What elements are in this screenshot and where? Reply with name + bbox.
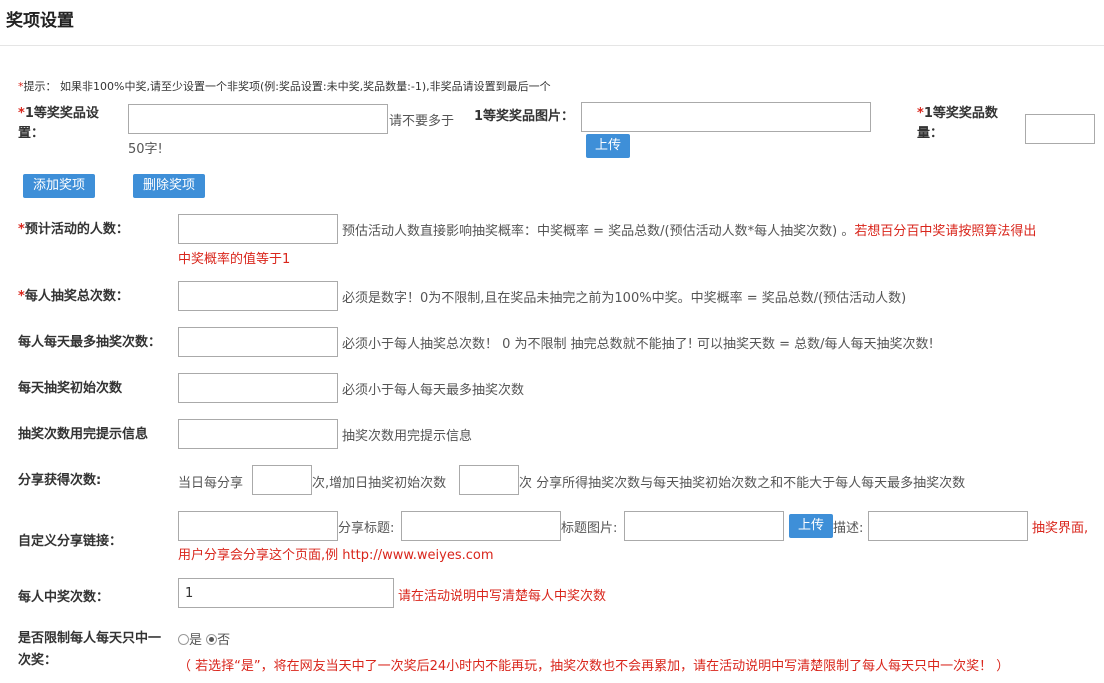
daily-initial-hint: 必须小于每人每天最多抽奖次数	[342, 383, 525, 398]
share-draws-text-3: 次 分享所得抽奖次数与每天抽奖初始次数之和不能大于每人每天最多抽奖次数	[519, 476, 966, 491]
share-bonus-input[interactable]	[459, 465, 519, 495]
prize-name-hint-2: 50字!	[128, 142, 163, 157]
wins-per-user-input[interactable]	[178, 578, 394, 608]
prize-image-input[interactable]	[581, 102, 871, 132]
total-draws-input[interactable]	[178, 281, 338, 311]
header-divider	[0, 45, 1104, 46]
upload-button[interactable]: 上传	[586, 134, 630, 158]
share-link-note-1: 抽奖界面,	[1032, 521, 1089, 536]
wins-per-user-hint: 请在活动说明中写清楚每人中奖次数	[398, 589, 607, 604]
radio-no[interactable]: 否	[206, 633, 230, 648]
exhausted-msg-label: 抽奖次数用完提示信息	[18, 427, 149, 442]
title-image-upload-button[interactable]: 上传	[789, 514, 833, 538]
radio-no-icon[interactable]	[206, 634, 218, 645]
participants-input[interactable]	[178, 214, 338, 244]
radio-yes[interactable]: 是	[178, 633, 202, 648]
remove-prize-button[interactable]: 删除奖项	[133, 174, 205, 198]
exhausted-msg-hint: 抽奖次数用完提示信息	[342, 429, 473, 444]
share-title-label: 分享标题:	[338, 521, 395, 536]
share-link-input[interactable]	[178, 511, 338, 541]
daily-limit-note: （ 若选择“是”，将在网友当天中了一次奖后24小时内不能再玩，抽奖次数也不会再累…	[178, 659, 1010, 674]
share-count-input[interactable]	[252, 465, 312, 495]
prize-image-label: 1等奖奖品图片：	[474, 109, 575, 124]
page-title: 奖项设置	[6, 11, 74, 31]
tip-text: *提示： 如果非100%中奖,请至少设置一个非奖项(例:奖品设置:未中奖,奖品数…	[18, 80, 551, 93]
daily-max-input[interactable]	[178, 327, 338, 357]
total-draws-label: *每人抽奖总次数：	[18, 289, 129, 304]
prize-qty-input[interactable]	[1025, 114, 1095, 144]
add-prize-button[interactable]: 添加奖项	[23, 174, 95, 198]
prize-qty-label: *1等奖奖品数 量：	[917, 106, 998, 141]
share-draws-text-2: 次,增加日抽奖初始次数	[312, 476, 447, 491]
exhausted-msg-input[interactable]	[178, 419, 338, 449]
radio-yes-icon[interactable]	[178, 634, 189, 645]
wins-per-user-label: 每人中奖次数：	[18, 590, 110, 605]
share-draws-label: 分享获得次数:	[18, 473, 102, 488]
share-link-note-2: 用户分享会分享这个页面,例 http://www.weiyes.com	[178, 548, 494, 563]
desc-input[interactable]	[868, 511, 1028, 541]
prize-name-hint: 请不要多于	[389, 114, 455, 129]
participants-label: *预计活动的人数：	[18, 222, 129, 237]
prize-name-label: *1等奖奖品设置：	[18, 106, 99, 141]
participants-hint-red: 中奖概率的值等于1	[178, 252, 291, 267]
total-draws-hint: 必须是数字！0为不限制,且在奖品未抽完之前为100%中奖。中奖概率 = 奖品总数…	[342, 291, 907, 306]
share-draws-text-1: 当日每分享	[178, 476, 244, 491]
title-image-label: 标题图片:	[561, 521, 618, 536]
title-image-input[interactable]	[624, 511, 784, 541]
daily-max-hint: 必须小于每人抽奖总次数！ 0 为不限制 抽完总数就不能抽了! 可以抽奖天数 = …	[342, 337, 934, 352]
daily-initial-input[interactable]	[178, 373, 338, 403]
daily-limit-label: 是否限制每人每天只中一 次奖：	[18, 631, 162, 668]
daily-initial-label: 每天抽奖初始次数	[18, 381, 123, 396]
share-title-input[interactable]	[401, 511, 561, 541]
daily-limit-options: 是 否	[178, 629, 230, 648]
share-link-label: 自定义分享链接：	[18, 534, 123, 549]
desc-label: 描述:	[833, 521, 864, 536]
daily-max-label: 每人每天最多抽奖次数：	[18, 335, 162, 350]
participants-hint: 预估活动人数直接影响抽奖概率：中奖概率 = 奖品总数/(预估活动人数*每人抽奖次…	[342, 224, 1037, 239]
prize-name-input[interactable]	[128, 104, 388, 134]
